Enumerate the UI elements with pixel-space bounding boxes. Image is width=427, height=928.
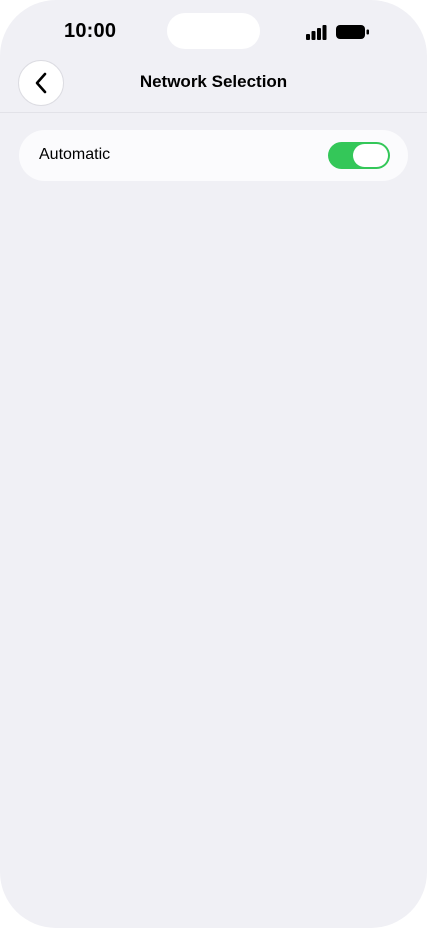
navigation-bar: Network Selection [0,56,427,113]
battery-icon [336,25,369,39]
automatic-label: Automatic [39,146,111,163]
status-icons [305,22,371,42]
phone-screen: 10:00 Network Selection Automatic [0,0,427,928]
toggle-knob [353,144,388,167]
automatic-toggle[interactable] [328,142,390,169]
status-bar: 10:00 [0,0,427,60]
dynamic-island [167,13,260,49]
page-title: Network Selection [139,72,288,91]
automatic-setting-row: Automatic [19,130,408,181]
cellular-signal-icon [306,25,327,40]
status-time: 10:00 [64,20,117,42]
